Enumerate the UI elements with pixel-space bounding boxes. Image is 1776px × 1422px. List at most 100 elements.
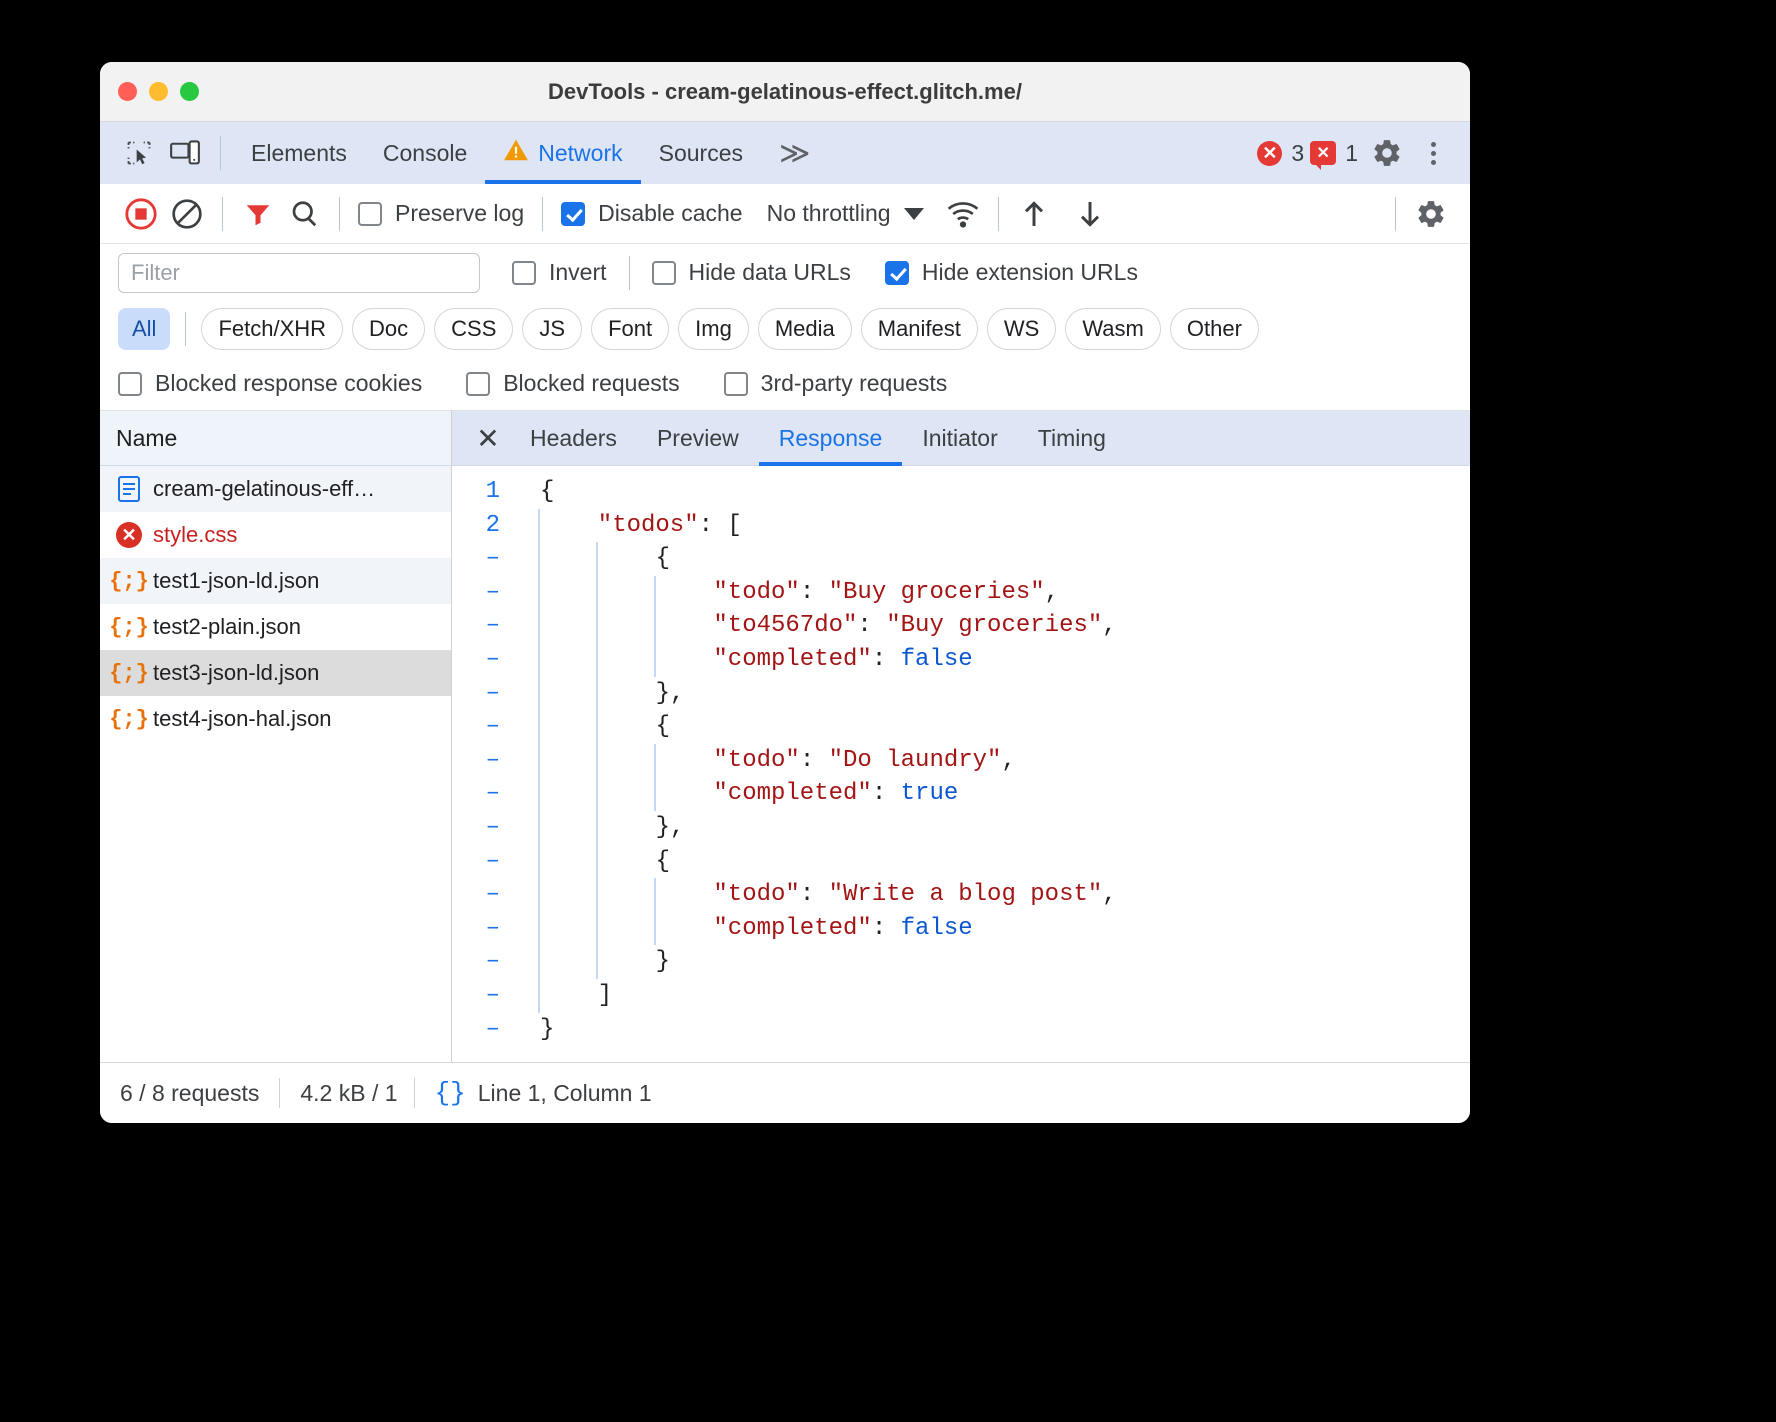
export-har-icon[interactable] <box>1067 191 1113 237</box>
tab-console[interactable]: Console <box>365 122 485 184</box>
code-token: true <box>901 780 959 807</box>
hide-extension-urls-checkbox-box <box>885 261 909 285</box>
tab-headers[interactable]: Headers <box>510 411 637 466</box>
network-status-bar: 6 / 8 requests 4.2 kB / 1 {} Line 1, Col… <box>100 1063 1470 1123</box>
indent-guide <box>654 744 656 778</box>
type-filter-all-label: All <box>132 316 156 342</box>
table-row[interactable]: cream-gelatinous-eff… <box>100 466 451 512</box>
type-filter-js[interactable]: JS <box>522 308 582 350</box>
type-filter-media-label: Media <box>775 316 835 342</box>
type-filter-img[interactable]: Img <box>678 308 749 350</box>
code-token: "to4567do" <box>713 612 857 639</box>
tab-initiator[interactable]: Initiator <box>902 411 1017 466</box>
type-filter-manifest[interactable]: Manifest <box>861 308 978 350</box>
type-filter-media[interactable]: Media <box>758 308 852 350</box>
clear-network-log-button[interactable] <box>164 191 210 237</box>
code-token: , <box>1001 747 1015 774</box>
tab-response[interactable]: Response <box>759 411 903 466</box>
import-har-icon[interactable] <box>1011 191 1057 237</box>
code-token: { <box>540 478 554 505</box>
indent-guide <box>538 845 540 879</box>
network-conditions-icon[interactable] <box>940 191 986 237</box>
code-token: : <box>800 881 829 908</box>
search-icon[interactable] <box>281 191 327 237</box>
transferred-summary: 4.2 kB / 1 <box>280 1080 417 1107</box>
invert-checkbox[interactable]: Invert <box>512 259 607 286</box>
type-filter-all[interactable]: All <box>118 308 170 350</box>
more-options-kebab-icon[interactable] <box>1410 130 1456 176</box>
tab-preview-label: Preview <box>657 425 739 452</box>
tab-sources[interactable]: Sources <box>641 122 761 184</box>
table-row[interactable]: {;}test4-json-hal.json <box>100 696 451 742</box>
more-tabs-button[interactable]: ≫ <box>761 122 828 184</box>
filter-input-placeholder: Filter <box>131 260 180 286</box>
transferred-label: 4.2 kB / 1 <box>300 1080 397 1107</box>
tab-response-label: Response <box>779 425 883 452</box>
record-stop-button[interactable] <box>118 191 164 237</box>
request-name: style.css <box>153 522 237 548</box>
invert-label: Invert <box>549 259 607 286</box>
settings-gear-icon[interactable] <box>1364 130 1410 176</box>
filter-input[interactable]: Filter <box>118 253 480 293</box>
format-braces-icon[interactable]: {} <box>435 1078 466 1108</box>
type-filter-other[interactable]: Other <box>1170 308 1259 350</box>
tab-elements[interactable]: Elements <box>233 122 365 184</box>
type-filter-wasm[interactable]: Wasm <box>1065 308 1161 350</box>
type-filter-doc[interactable]: Doc <box>352 308 425 350</box>
code-token: { <box>656 848 670 875</box>
response-code-viewer[interactable]: 1{2"todos": [–{–"todo": "Buy groceries",… <box>452 466 1470 1062</box>
code-token: { <box>656 545 670 572</box>
type-filter-ws[interactable]: WS <box>987 308 1056 350</box>
tab-preview[interactable]: Preview <box>637 411 759 466</box>
table-row[interactable]: {;}test2-plain.json <box>100 604 451 650</box>
line-number: – <box>452 945 526 979</box>
type-filter-ws-label: WS <box>1004 316 1039 342</box>
disable-cache-checkbox[interactable]: Disable cache <box>561 200 742 227</box>
tab-timing[interactable]: Timing <box>1018 411 1126 466</box>
code-line: –"todo": "Do laundry", <box>452 744 1470 778</box>
code-line: –"todo": "Buy groceries", <box>452 576 1470 610</box>
inspect-element-icon[interactable] <box>116 130 162 176</box>
table-row[interactable]: ✕style.css <box>100 512 451 558</box>
filter-funnel-icon[interactable] <box>235 191 281 237</box>
indent-guide <box>654 643 656 677</box>
network-settings-gear-icon[interactable] <box>1408 191 1454 237</box>
code-line-text: "to4567do": "Buy groceries", <box>526 609 1470 643</box>
device-toolbar-icon[interactable] <box>162 130 208 176</box>
maximize-window-button[interactable] <box>180 82 199 101</box>
code-token: { <box>656 713 670 740</box>
indent-guide <box>596 542 598 576</box>
table-row[interactable]: {;}test1-json-ld.json <box>100 558 451 604</box>
hide-data-urls-checkbox[interactable]: Hide data URLs <box>652 259 851 286</box>
devtools-window: DevTools - cream-gelatinous-effect.glitc… <box>100 62 1470 1123</box>
request-rows: cream-gelatinous-eff…✕style.css{;}test1-… <box>100 466 451 742</box>
line-number: – <box>452 710 526 744</box>
code-line: –] <box>452 979 1470 1013</box>
third-party-requests-checkbox[interactable]: 3rd-party requests <box>724 370 948 397</box>
throttling-dropdown[interactable]: No throttling <box>767 200 924 227</box>
code-token: "completed" <box>713 780 871 807</box>
tab-network[interactable]: Network <box>485 122 640 184</box>
request-name: test2-plain.json <box>153 614 301 640</box>
network-panel-body: Name cream-gelatinous-eff…✕style.css{;}t… <box>100 411 1470 1063</box>
error-count-badge[interactable]: ✕ 3 <box>1257 140 1304 167</box>
blocked-requests-checkbox[interactable]: Blocked requests <box>466 370 679 397</box>
type-filter-css[interactable]: CSS <box>434 308 513 350</box>
issue-count-badge[interactable]: ✕ 1 <box>1310 140 1358 167</box>
preserve-log-checkbox[interactable]: Preserve log <box>358 200 524 227</box>
minimize-window-button[interactable] <box>149 82 168 101</box>
code-line: –"completed": false <box>452 643 1470 677</box>
hide-extension-urls-checkbox[interactable]: Hide extension URLs <box>885 259 1138 286</box>
table-row[interactable]: {;}test3-json-ld.json <box>100 650 451 696</box>
blocked-response-cookies-checkbox[interactable]: Blocked response cookies <box>118 370 422 397</box>
close-detail-pane-button[interactable]: ✕ <box>466 416 510 460</box>
line-number: – <box>452 777 526 811</box>
type-filter-manifest-label: Manifest <box>878 316 961 342</box>
indent-guide <box>596 710 598 744</box>
type-filter-font[interactable]: Font <box>591 308 669 350</box>
code-token: "Write a blog post" <box>829 881 1103 908</box>
close-window-button[interactable] <box>118 82 137 101</box>
type-filter-fetch-xhr[interactable]: Fetch/XHR <box>201 308 343 350</box>
request-list-header[interactable]: Name <box>100 411 451 466</box>
tab-initiator-label: Initiator <box>922 425 997 452</box>
